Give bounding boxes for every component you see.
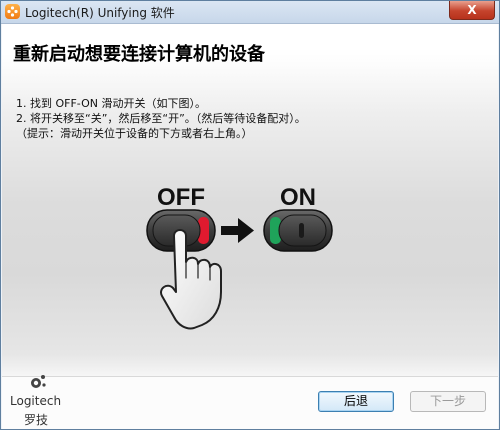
switch-illustration: OFF ON	[146, 184, 333, 330]
close-icon: X	[467, 3, 477, 17]
arrow-right-icon	[221, 218, 254, 243]
on-label: ON	[280, 184, 316, 211]
title-bar: Logitech(R) Unifying 软件 X	[1, 1, 499, 24]
close-button[interactable]: X	[449, 1, 495, 20]
off-label: OFF	[157, 184, 205, 211]
content-area: 重新启动想要连接计算机的设备 1. 找到 OFF-ON 滑动开关（如下图）。 2…	[2, 24, 498, 376]
next-button[interactable]: 下一步	[410, 391, 486, 412]
logo-brand-text: Logitech	[10, 394, 62, 408]
logitech-app-icon	[5, 4, 20, 19]
footer: Logitech 罗技 后退 下一步	[2, 375, 498, 429]
window-title: Logitech(R) Unifying 软件	[25, 6, 175, 20]
logo-cn-text: 罗技	[24, 413, 49, 427]
unifying-window: Logitech(R) Unifying 软件 X 重新启动想要连接计算机的设备…	[0, 0, 500, 430]
on-switch	[263, 209, 333, 252]
logitech-logo-icon	[31, 375, 46, 388]
back-button[interactable]: 后退	[318, 391, 394, 412]
